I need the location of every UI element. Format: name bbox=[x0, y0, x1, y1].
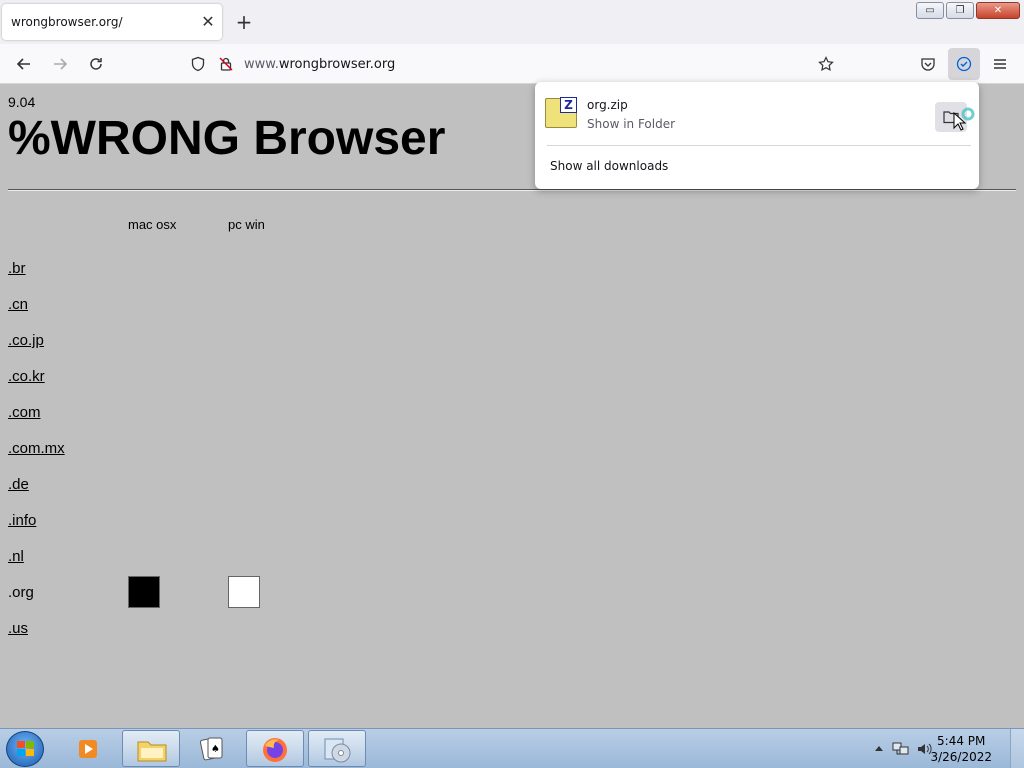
back-button[interactable] bbox=[12, 52, 36, 76]
tld-link-cokr[interactable]: .co.kr bbox=[8, 368, 45, 385]
reload-button[interactable] bbox=[84, 52, 108, 76]
tld-current-org: .org bbox=[8, 584, 34, 601]
navigation-toolbar: www.wrongbrowser.org bbox=[0, 44, 1024, 84]
disc-burner-icon bbox=[324, 738, 351, 763]
browser-tab[interactable]: wrongbrowser.org/ ✕ bbox=[2, 4, 222, 40]
show-in-folder-button[interactable] bbox=[935, 102, 975, 132]
url-host: wrongbrowser.org bbox=[278, 57, 396, 72]
tld-link-de[interactable]: .de bbox=[8, 476, 29, 493]
star-icon bbox=[818, 56, 834, 72]
forward-arrow-icon bbox=[54, 58, 68, 70]
url-text[interactable]: www.wrongbrowser.org bbox=[244, 57, 395, 72]
taskbar-solitaire[interactable]: ♠ bbox=[184, 730, 242, 767]
pocket-button[interactable] bbox=[916, 52, 940, 76]
zip-badge-icon: Z bbox=[560, 97, 577, 113]
system-clock[interactable]: 5:44 PM 3/26/2022 bbox=[930, 733, 992, 765]
show-hidden-icons-icon[interactable] bbox=[874, 744, 884, 752]
tab-close-icon[interactable]: ✕ bbox=[198, 12, 218, 32]
system-tray: 5:44 PM 3/26/2022 bbox=[864, 729, 1024, 768]
clock-time: 5:44 PM bbox=[937, 734, 986, 748]
taskbar-media-player[interactable] bbox=[60, 730, 118, 767]
new-tab-button[interactable]: + bbox=[234, 12, 254, 32]
tld-link-br[interactable]: .br bbox=[8, 260, 26, 277]
url-bar[interactable]: www.wrongbrowser.org bbox=[182, 48, 842, 80]
restore-button[interactable]: ❐ bbox=[946, 2, 974, 19]
bookmark-star-button[interactable] bbox=[814, 52, 838, 76]
close-window-button[interactable]: ✕ bbox=[976, 2, 1020, 19]
tld-link-com[interactable]: .com bbox=[8, 404, 41, 421]
page-title: %WRONG Browser bbox=[8, 112, 446, 165]
tab-title: wrongbrowser.org/ bbox=[11, 15, 123, 29]
solitaire-cards-icon: ♠ bbox=[200, 737, 223, 761]
zip-file-icon: Z bbox=[545, 97, 577, 128]
pocket-icon bbox=[921, 58, 935, 71]
svg-text:♠: ♠ bbox=[211, 744, 220, 755]
busy-spinner-icon bbox=[961, 107, 975, 121]
downloads-button[interactable] bbox=[948, 48, 980, 80]
browser-titlebar: wrongbrowser.org/ ✕ + ▭ ❐ ✕ bbox=[0, 0, 1024, 44]
network-icon[interactable] bbox=[892, 741, 910, 757]
back-arrow-icon bbox=[16, 58, 30, 70]
tld-link-commx[interactable]: .com.mx bbox=[8, 440, 65, 457]
insecure-lock-icon[interactable] bbox=[218, 56, 234, 72]
folder-explorer-icon bbox=[137, 741, 167, 762]
app-menu-button[interactable] bbox=[988, 52, 1012, 76]
version-number: 9.04 bbox=[8, 94, 36, 110]
tld-link-cojp[interactable]: .co.jp bbox=[8, 332, 44, 349]
show-all-downloads-link[interactable]: Show all downloads bbox=[550, 159, 668, 173]
taskbar-file-explorer[interactable] bbox=[122, 730, 180, 767]
tracking-shield-icon[interactable] bbox=[190, 56, 206, 72]
download-complete-icon bbox=[956, 56, 972, 72]
firefox-icon bbox=[263, 738, 287, 762]
url-prefix: www. bbox=[244, 57, 279, 72]
reload-icon bbox=[90, 58, 102, 70]
pc-win-download-box[interactable] bbox=[228, 576, 260, 608]
tld-link-cn[interactable]: .cn bbox=[8, 296, 28, 313]
taskbar-disc-app[interactable] bbox=[308, 730, 366, 767]
tld-link-nl[interactable]: .nl bbox=[8, 548, 24, 565]
windows-taskbar: ♠ 5:44 PM 3/26/2022 bbox=[0, 728, 1024, 768]
show-desktop-button[interactable] bbox=[1010, 729, 1024, 768]
clock-date: 3/26/2022 bbox=[930, 750, 992, 764]
downloads-panel: Z org.zip Show in Folder Show all downlo… bbox=[535, 82, 979, 189]
start-button[interactable] bbox=[6, 731, 44, 767]
windows-logo-icon bbox=[17, 741, 34, 756]
minimize-button[interactable]: ▭ bbox=[916, 2, 944, 19]
tld-link-info[interactable]: .info bbox=[8, 512, 36, 529]
panel-separator bbox=[547, 145, 971, 146]
hamburger-menu-icon bbox=[994, 59, 1006, 69]
horizontal-rule bbox=[8, 189, 1016, 191]
taskbar-firefox[interactable] bbox=[246, 730, 304, 767]
download-status[interactable]: Show in Folder bbox=[587, 117, 675, 131]
forward-button[interactable] bbox=[48, 52, 72, 76]
window-controls: ▭ ❐ ✕ bbox=[916, 2, 1020, 19]
media-player-icon bbox=[79, 740, 97, 758]
tld-link-us[interactable]: .us bbox=[8, 620, 28, 637]
download-file-name[interactable]: org.zip bbox=[587, 98, 628, 112]
column-header-pc: pc win bbox=[228, 217, 265, 232]
mac-osx-download-box[interactable] bbox=[128, 576, 160, 608]
column-header-mac: mac osx bbox=[128, 217, 177, 232]
